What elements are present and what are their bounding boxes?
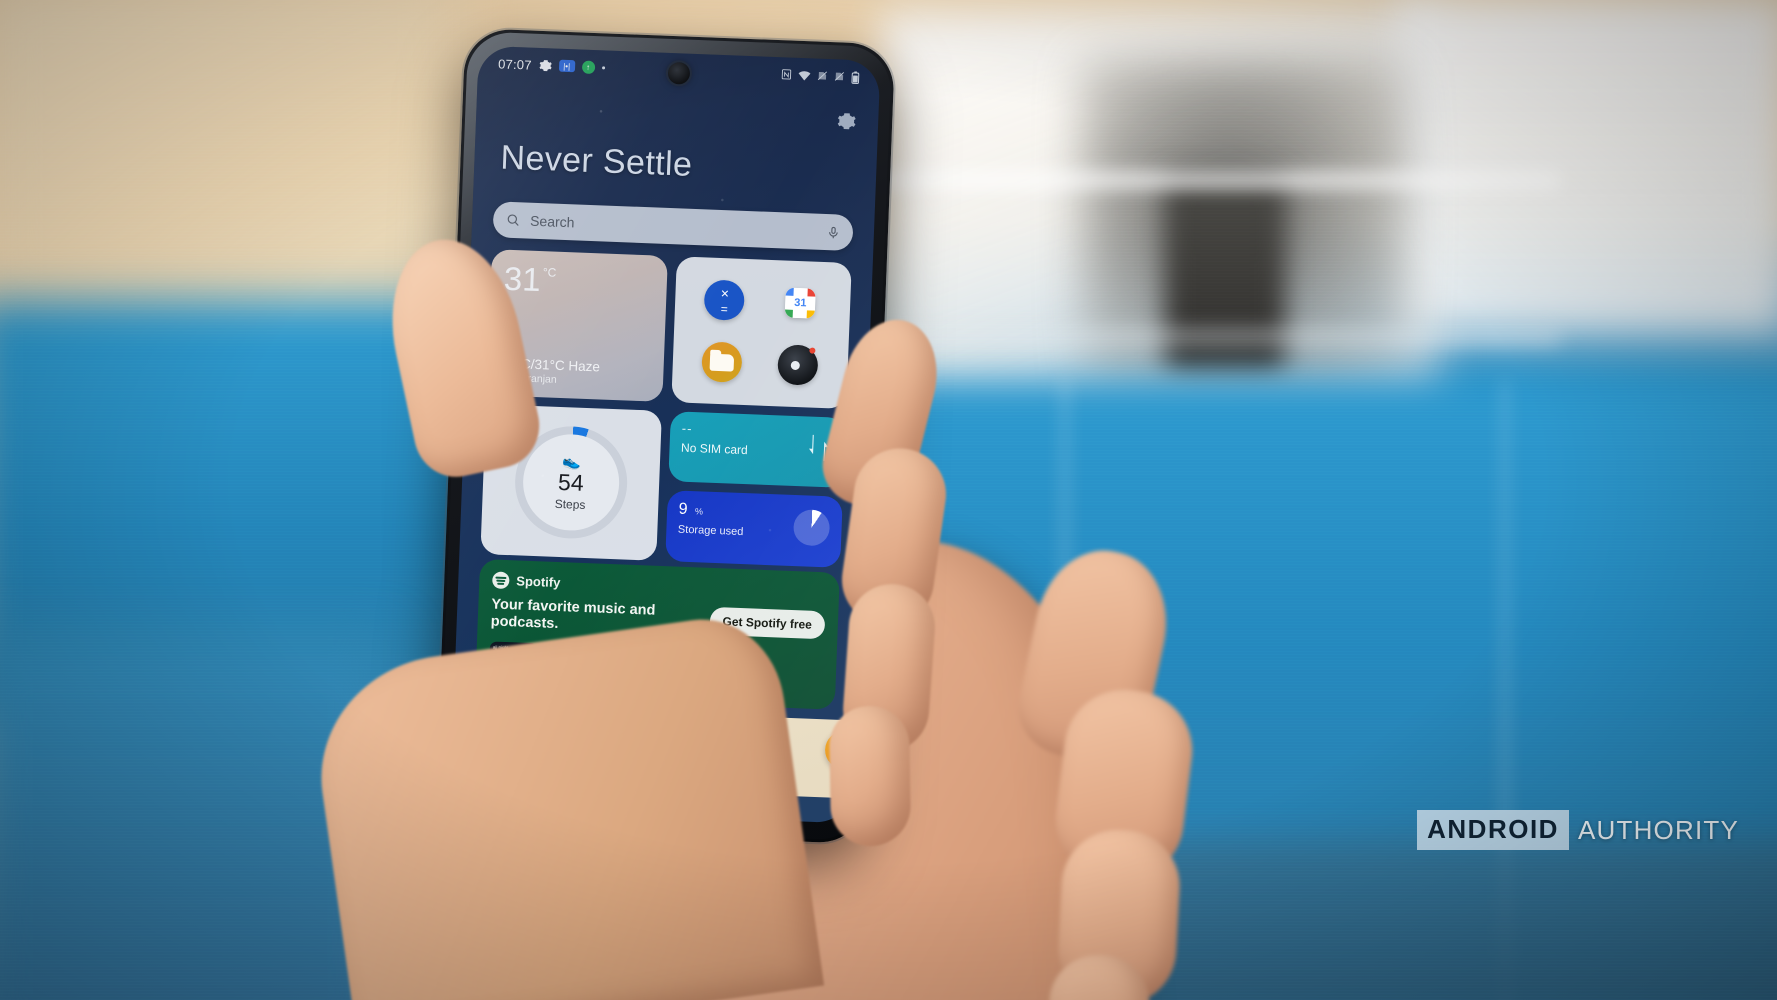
spotify-header: Spotify <box>492 571 826 601</box>
get-spotify-free-button[interactable]: Get Spotify free <box>709 606 826 640</box>
steps-count: 54 <box>557 468 585 496</box>
album-caption: kriya karo <box>712 652 733 659</box>
album-caption: ajj night <box>492 644 509 650</box>
widget-grid: 31 °C 41°C/31°C Haze Chittaranjan × = 31… <box>480 249 852 568</box>
album-art[interactable]: Bekhu <box>598 645 648 696</box>
data-transfer-arrows-icon <box>808 434 829 462</box>
calculator-icon[interactable]: × = <box>703 279 746 321</box>
folder-glyph <box>709 353 735 372</box>
weather-footer: 41°C/31°C Haze Chittaranjan <box>500 356 650 390</box>
smartphone: 07:07 |•| ↑ Never Settle Search 31 °C 41… <box>434 28 896 844</box>
camera-icon[interactable] <box>777 344 819 386</box>
vpn-chip-icon: |•| <box>558 59 575 73</box>
wifi-icon <box>798 69 811 80</box>
steps-widget[interactable]: 👟 54 Steps <box>480 404 662 561</box>
microphone-icon[interactable] <box>827 226 840 239</box>
spotify-widget[interactable]: Spotify Your favorite music and podcasts… <box>474 558 840 710</box>
weather-temperature: 31 <box>503 259 542 299</box>
storage-value: 9 <box>678 500 688 518</box>
camera-indicator-dot <box>809 347 816 354</box>
steps-label: Steps <box>554 496 586 512</box>
search-icon <box>507 214 519 226</box>
gear-icon <box>538 58 552 71</box>
album-caption: apna sapna <box>547 646 572 653</box>
album-art[interactable]: ajj night <box>488 641 538 692</box>
weather-widget[interactable]: 31 °C 41°C/31°C Haze Chittaranjan <box>486 249 668 402</box>
calculator-glyph-equals: = <box>720 301 729 316</box>
files-folder-icon[interactable] <box>701 341 744 383</box>
spotify-body: Your favorite music and podcasts. Get Sp… <box>490 596 826 644</box>
dot-icon <box>601 65 605 69</box>
status-right-cluster <box>781 68 860 84</box>
album-art[interactable]: kriya karo <box>707 649 758 700</box>
home-indicator[interactable] <box>591 799 710 808</box>
watermark: ANDROID AUTHORITY <box>1417 810 1739 850</box>
camera-lens-glyph <box>790 360 801 370</box>
spotify-tagline: Your favorite music and podcasts. <box>490 596 656 633</box>
watermark-android: ANDROID <box>1417 810 1569 850</box>
weather-unit: °C <box>542 265 557 280</box>
weather-temp-row: 31 °C <box>503 259 654 301</box>
app-shortcut-widget: × = 31 <box>670 256 852 409</box>
photo-canvas: 07:07 |•| ↑ Never Settle Search 31 °C 41… <box>0 0 1777 1000</box>
home-settings-gear-icon[interactable] <box>837 111 857 131</box>
storage-unit: % <box>694 506 704 517</box>
steps-progress-ring: 👟 54 Steps <box>512 424 630 541</box>
sim-widget[interactable]: -- No SIM card <box>667 411 846 488</box>
wallpaper-text: Never Settle <box>499 138 694 184</box>
phone-screen[interactable]: 07:07 |•| ↑ Never Settle Search 31 °C 41… <box>449 45 881 824</box>
search-bar[interactable]: Search <box>492 201 854 252</box>
status-time: 07:07 <box>497 55 532 73</box>
nfc-icon <box>781 68 792 80</box>
spotify-logo-icon <box>492 571 510 590</box>
calculator-glyph-multiply: × <box>720 284 730 301</box>
shield-icon: ↑ <box>581 60 595 74</box>
pencil-glyph <box>834 741 854 759</box>
right-widget-column: -- No SIM card 9 % Storage used <box>664 411 846 568</box>
album-art[interactable]: bhejdena <box>653 647 703 698</box>
storage-widget[interactable]: 9 % Storage used <box>664 490 843 568</box>
sim2-slash-icon <box>834 70 845 82</box>
spotify-brand: Spotify <box>516 573 561 591</box>
calendar-icon[interactable]: 31 <box>784 287 816 319</box>
search-placeholder: Search <box>529 212 575 231</box>
album-art[interactable]: apna sapna <box>543 643 593 694</box>
album-caption: Bekhu <box>602 648 616 655</box>
calendar-tile: 31 <box>784 287 816 319</box>
sim1-slash-icon <box>817 70 828 82</box>
new-note-placeholder: New note <box>487 718 541 735</box>
shoe-icon: 👟 <box>562 452 582 471</box>
album-caption: bhejdena <box>657 650 677 657</box>
steps-ring-content: 👟 54 Steps <box>554 452 587 512</box>
watermark-authority: AUTHORITY <box>1577 814 1739 845</box>
notes-widget[interactable]: New note <box>471 705 877 800</box>
spotify-artwork-row: ajj night apna sapna Bekhu bhejdena kriy… <box>488 641 824 702</box>
battery-icon <box>851 70 860 84</box>
calendar-date: 31 <box>793 296 807 310</box>
